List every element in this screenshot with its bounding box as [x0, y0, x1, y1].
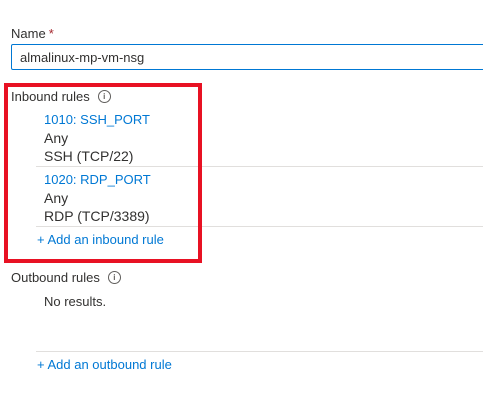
name-input[interactable] — [11, 44, 483, 70]
required-marker: * — [48, 26, 54, 41]
name-field-label: Name * — [11, 26, 54, 42]
name-label-text: Name — [11, 26, 46, 41]
add-outbound-rule-link[interactable]: + Add an outbound rule — [37, 357, 172, 373]
outbound-divider — [36, 351, 483, 352]
outbound-rules-heading: Outbound rules i — [11, 270, 121, 286]
highlight-box — [4, 83, 202, 263]
outbound-rules-title: Outbound rules — [11, 270, 100, 285]
outbound-empty-text: No results. — [44, 294, 107, 309]
info-icon[interactable]: i — [107, 271, 121, 285]
